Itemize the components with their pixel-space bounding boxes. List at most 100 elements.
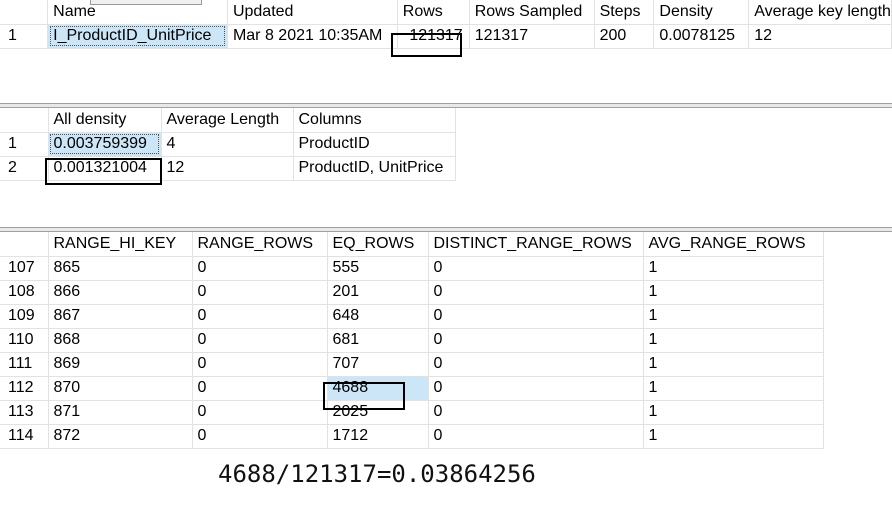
density-vector-grid: All density Average Length Columns 1 0.0… <box>0 108 456 181</box>
column-header-density[interactable]: Density <box>653 0 750 25</box>
row-number[interactable]: 111 <box>0 352 49 377</box>
cell-density[interactable]: 0.0078125 <box>653 24 750 49</box>
cell-range-rows[interactable]: 0 <box>192 424 328 449</box>
cell-columns[interactable]: ProductID <box>293 132 456 157</box>
column-header-range-hi-key[interactable]: RANGE_HI_KEY <box>48 232 193 257</box>
table-row[interactable]: 111 869 0 707 0 1 <box>0 352 824 377</box>
column-header-steps[interactable]: Steps <box>594 0 655 25</box>
cell-eq-rows[interactable]: 707 <box>327 352 429 377</box>
cell-columns[interactable]: ProductID, UnitPrice <box>293 156 456 181</box>
column-header-all-density[interactable]: All density <box>48 108 162 133</box>
cell-average-length[interactable]: 4 <box>161 132 294 157</box>
result-tab-stub[interactable] <box>90 0 202 5</box>
cell-rows-sampled[interactable]: 121317 <box>469 24 595 49</box>
table-row[interactable]: 110 868 0 681 0 1 <box>0 328 824 353</box>
histogram-pane: RANGE_HI_KEY RANGE_ROWS EQ_ROWS DISTINCT… <box>0 231 892 455</box>
cell-range-hi-key[interactable]: 871 <box>48 400 193 425</box>
table-row[interactable]: 1 I_ProductID_UnitPrice Mar 8 2021 10:35… <box>0 24 892 49</box>
cell-eq-rows[interactable]: 4688 <box>327 376 429 401</box>
cell-distinct-range-rows[interactable]: 0 <box>428 424 644 449</box>
cell-avg-range-rows[interactable]: 1 <box>643 352 824 377</box>
table-row[interactable]: 2 0.001321004 12 ProductID, UnitPrice <box>0 156 456 181</box>
column-header-updated[interactable]: Updated <box>227 0 398 25</box>
cell-range-hi-key[interactable]: 867 <box>48 304 193 329</box>
column-header-distinct-range-rows[interactable]: DISTINCT_RANGE_ROWS <box>428 232 644 257</box>
cell-avg-range-rows[interactable]: 1 <box>643 424 824 449</box>
column-header-eq-rows[interactable]: EQ_ROWS <box>327 232 429 257</box>
cell-distinct-range-rows[interactable]: 0 <box>428 400 644 425</box>
column-header-average-key-length[interactable]: Average key length <box>748 0 892 25</box>
cell-avg-range-rows[interactable]: 1 <box>643 280 824 305</box>
row-number[interactable]: 107 <box>0 256 49 281</box>
cell-range-hi-key[interactable]: 870 <box>48 376 193 401</box>
column-header-avg-range-rows[interactable]: AVG_RANGE_ROWS <box>643 232 824 257</box>
cell-all-density[interactable]: 0.001321004 <box>48 156 162 181</box>
row-number[interactable]: 112 <box>0 376 49 401</box>
row-number[interactable]: 1 <box>0 132 49 157</box>
cell-eq-rows[interactable]: 555 <box>327 256 429 281</box>
cell-range-rows[interactable]: 0 <box>192 376 328 401</box>
row-number[interactable]: 113 <box>0 400 49 425</box>
cell-eq-rows[interactable]: 201 <box>327 280 429 305</box>
histogram-grid: RANGE_HI_KEY RANGE_ROWS EQ_ROWS DISTINCT… <box>0 232 824 449</box>
histogram-header-row: RANGE_HI_KEY RANGE_ROWS EQ_ROWS DISTINCT… <box>0 232 824 257</box>
cell-range-hi-key[interactable]: 865 <box>48 256 193 281</box>
cell-eq-rows[interactable]: 2025 <box>327 400 429 425</box>
cell-distinct-range-rows[interactable]: 0 <box>428 376 644 401</box>
column-header-range-rows[interactable]: RANGE_ROWS <box>192 232 328 257</box>
column-header-rows[interactable]: Rows <box>397 0 470 25</box>
cell-distinct-range-rows[interactable]: 0 <box>428 352 644 377</box>
cell-avg-range-rows[interactable]: 1 <box>643 256 824 281</box>
cell-eq-rows[interactable]: 1712 <box>327 424 429 449</box>
cell-range-rows[interactable]: 0 <box>192 304 328 329</box>
table-row[interactable]: 109 867 0 648 0 1 <box>0 304 824 329</box>
stats-header-grid: Name Updated Rows Rows Sampled Steps Den… <box>0 0 892 49</box>
row-number-header <box>0 0 49 25</box>
cell-all-density[interactable]: 0.003759399 <box>48 132 162 157</box>
cell-range-hi-key[interactable]: 868 <box>48 328 193 353</box>
table-row[interactable]: 114 872 0 1712 0 1 <box>0 424 824 449</box>
cell-avg-range-rows[interactable]: 1 <box>643 304 824 329</box>
cell-name[interactable]: I_ProductID_UnitPrice <box>47 24 228 49</box>
cell-avg-range-rows[interactable]: 1 <box>643 328 824 353</box>
row-number[interactable]: 109 <box>0 304 49 329</box>
column-header-columns[interactable]: Columns <box>293 108 456 133</box>
cell-eq-rows[interactable]: 681 <box>327 328 429 353</box>
cell-range-hi-key[interactable]: 866 <box>48 280 193 305</box>
cell-distinct-range-rows[interactable]: 0 <box>428 328 644 353</box>
table-row[interactable]: 107 865 0 555 0 1 <box>0 256 824 281</box>
table-row[interactable]: 112 870 0 4688 0 1 <box>0 376 824 401</box>
density-vector-pane: All density Average Length Columns 1 0.0… <box>0 107 892 228</box>
cell-range-hi-key[interactable]: 869 <box>48 352 193 377</box>
column-header-average-length[interactable]: Average Length <box>161 108 294 133</box>
cell-avg-range-rows[interactable]: 1 <box>643 400 824 425</box>
cell-range-rows[interactable]: 0 <box>192 352 328 377</box>
row-number-header <box>0 108 49 133</box>
cell-avg-range-rows[interactable]: 1 <box>643 376 824 401</box>
row-number[interactable]: 1 <box>0 24 49 49</box>
cell-distinct-range-rows[interactable]: 0 <box>428 256 644 281</box>
row-number[interactable]: 2 <box>0 156 49 181</box>
cell-average-key-length[interactable]: 12 <box>748 24 892 49</box>
cell-updated[interactable]: Mar 8 2021 10:35AM <box>227 24 398 49</box>
table-row[interactable]: 108 866 0 201 0 1 <box>0 280 824 305</box>
row-number-header <box>0 232 49 257</box>
cell-range-rows[interactable]: 0 <box>192 400 328 425</box>
row-number[interactable]: 114 <box>0 424 49 449</box>
cell-range-rows[interactable]: 0 <box>192 256 328 281</box>
cell-range-rows[interactable]: 0 <box>192 328 328 353</box>
cell-steps[interactable]: 200 <box>594 24 655 49</box>
density-header-row: All density Average Length Columns <box>0 108 456 133</box>
cell-distinct-range-rows[interactable]: 0 <box>428 304 644 329</box>
row-number[interactable]: 108 <box>0 280 49 305</box>
cell-eq-rows[interactable]: 648 <box>327 304 429 329</box>
cell-rows[interactable]: 121317 <box>397 24 470 49</box>
cell-range-hi-key[interactable]: 872 <box>48 424 193 449</box>
cell-range-rows[interactable]: 0 <box>192 280 328 305</box>
table-row[interactable]: 113 871 0 2025 0 1 <box>0 400 824 425</box>
column-header-rows-sampled[interactable]: Rows Sampled <box>469 0 595 25</box>
table-row[interactable]: 1 0.003759399 4 ProductID <box>0 132 456 157</box>
cell-average-length[interactable]: 12 <box>161 156 294 181</box>
cell-distinct-range-rows[interactable]: 0 <box>428 280 644 305</box>
row-number[interactable]: 110 <box>0 328 49 353</box>
